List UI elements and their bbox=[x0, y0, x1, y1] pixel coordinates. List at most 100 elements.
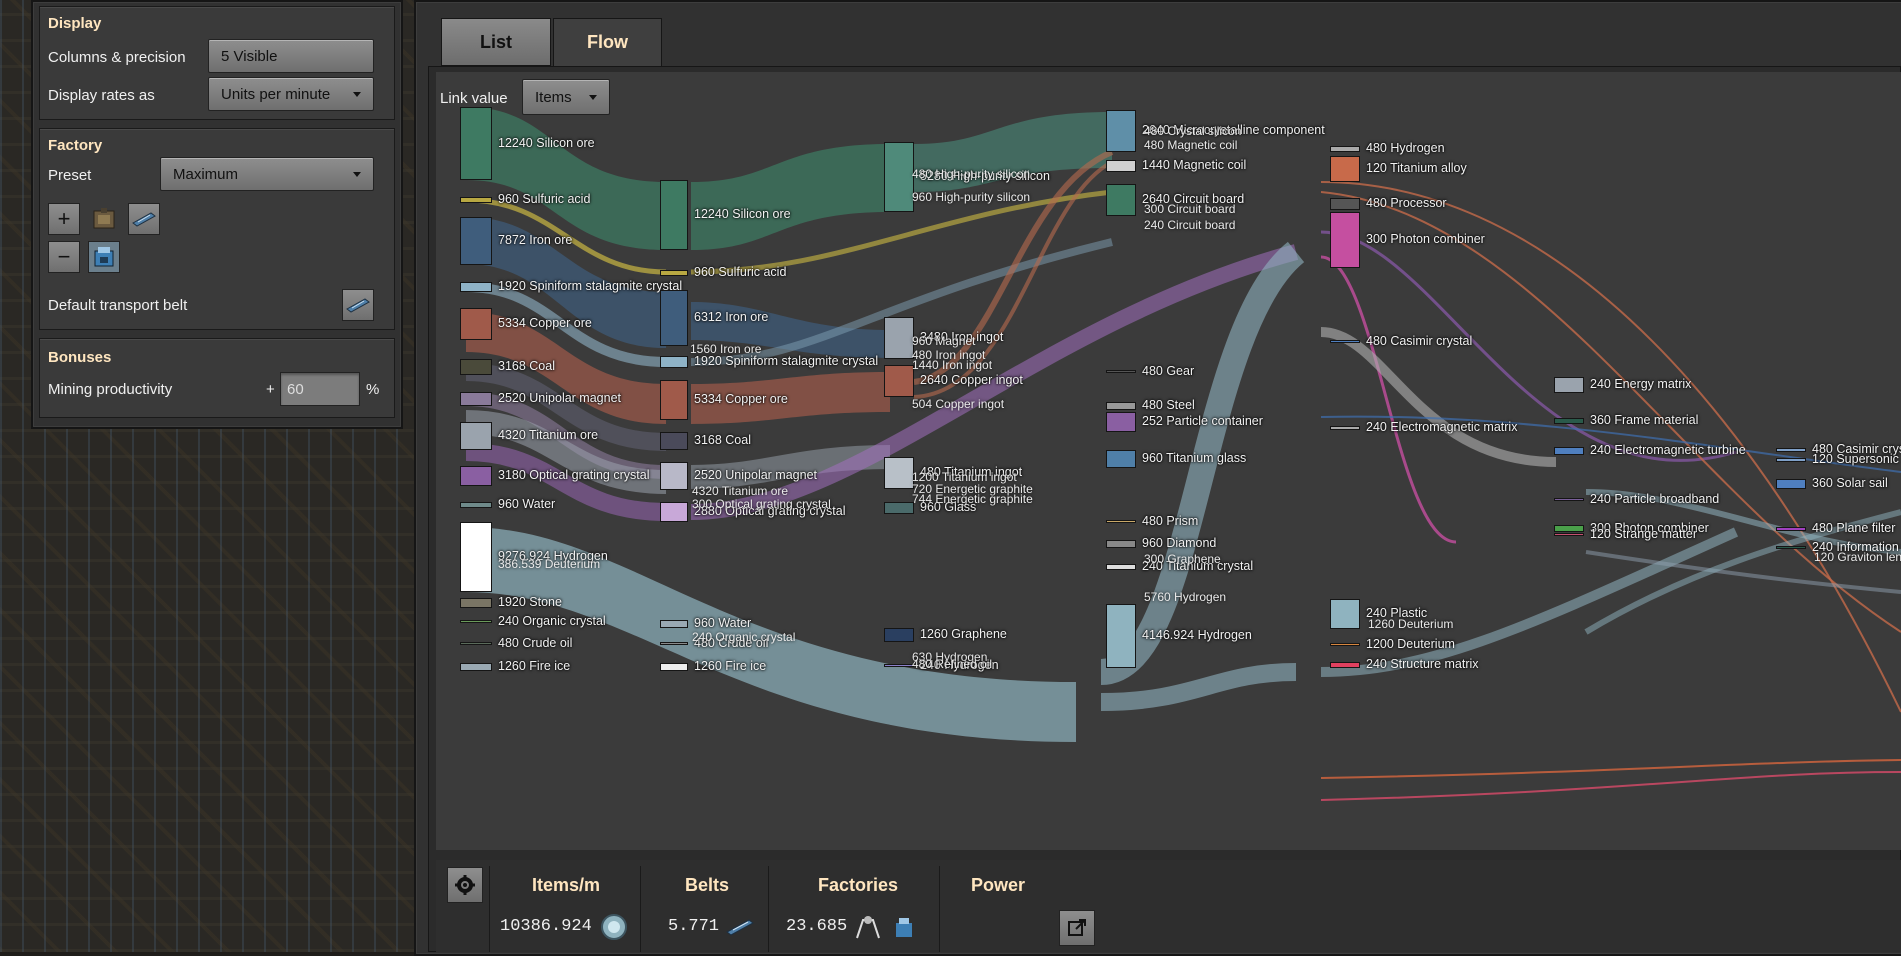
flow-node[interactable] bbox=[660, 432, 688, 450]
flow-node[interactable] bbox=[884, 502, 914, 514]
flow-node[interactable] bbox=[1330, 156, 1360, 182]
items-total: 10386.924 bbox=[500, 917, 592, 936]
flow-node[interactable] bbox=[1106, 160, 1136, 172]
flow-node[interactable] bbox=[660, 356, 688, 368]
tab-flow[interactable]: Flow bbox=[553, 18, 662, 66]
flow-node-label: 240 Electromagnetic turbine bbox=[1590, 443, 1746, 457]
flow-node-label: 300 Circuit board bbox=[1144, 202, 1236, 216]
flow-node[interactable] bbox=[460, 663, 492, 671]
flow-node[interactable] bbox=[460, 522, 492, 592]
preset-dropdown[interactable]: Maximum bbox=[160, 157, 374, 191]
flow-node-label: 960 High-purity silicon bbox=[912, 190, 1031, 204]
flow-node[interactable] bbox=[1106, 540, 1136, 548]
flow-node[interactable] bbox=[1106, 564, 1136, 570]
flow-node[interactable] bbox=[460, 466, 492, 486]
flow-node[interactable] bbox=[1106, 184, 1136, 216]
bonuses-title: Bonuses bbox=[48, 349, 112, 366]
flow-node[interactable] bbox=[1776, 479, 1806, 489]
flow-node[interactable] bbox=[1330, 340, 1360, 343]
tab-list[interactable]: List bbox=[441, 18, 551, 66]
link-value-dropdown[interactable]: Items bbox=[522, 79, 610, 115]
belt-factory-button[interactable] bbox=[128, 203, 160, 235]
flow-node[interactable] bbox=[1554, 498, 1584, 501]
flow-node[interactable] bbox=[660, 642, 688, 645]
chevron-down-icon bbox=[353, 172, 361, 177]
flow-node[interactable] bbox=[1106, 604, 1136, 668]
flow-node[interactable] bbox=[884, 142, 914, 212]
flow-node[interactable] bbox=[1330, 643, 1360, 646]
flow-node[interactable] bbox=[660, 502, 688, 522]
column-divider bbox=[939, 866, 940, 952]
columns-precision-button[interactable]: 5 Visible bbox=[208, 39, 374, 73]
flow-node[interactable] bbox=[1106, 450, 1136, 468]
flow-node[interactable] bbox=[460, 359, 492, 375]
flow-node[interactable] bbox=[884, 317, 914, 359]
plus-icon: + bbox=[57, 206, 71, 231]
flow-node[interactable] bbox=[1776, 458, 1806, 462]
external-link-button[interactable] bbox=[1059, 910, 1095, 946]
flow-node[interactable] bbox=[460, 642, 492, 645]
factories-header: Factories bbox=[818, 875, 899, 895]
flow-node[interactable] bbox=[884, 365, 914, 397]
flow-node[interactable] bbox=[660, 290, 688, 346]
preset-value: Maximum bbox=[173, 165, 239, 183]
flow-node[interactable] bbox=[460, 197, 492, 203]
flow-node[interactable] bbox=[460, 217, 492, 265]
flow-node[interactable] bbox=[1554, 377, 1584, 393]
default-belt-label: Default transport belt bbox=[48, 297, 188, 314]
flow-node-label: 360 Solar sail bbox=[1812, 476, 1888, 490]
flow-node[interactable] bbox=[1330, 198, 1360, 210]
link bbox=[1100, 663, 1297, 711]
flow-node[interactable] bbox=[460, 598, 492, 608]
rates-dropdown[interactable]: Units per minute bbox=[208, 77, 374, 111]
flow-node[interactable] bbox=[1776, 546, 1806, 549]
flow-node[interactable] bbox=[1776, 527, 1806, 531]
flow-node[interactable] bbox=[660, 462, 688, 490]
flow-node[interactable] bbox=[660, 180, 688, 250]
flow-node-label: 240 Organic crystal bbox=[692, 630, 796, 644]
link bbox=[691, 144, 890, 250]
flow-node[interactable] bbox=[1554, 533, 1584, 536]
flow-node[interactable] bbox=[1776, 448, 1806, 452]
column-divider bbox=[489, 866, 490, 952]
flow-node[interactable] bbox=[884, 664, 914, 667]
flow-node[interactable] bbox=[660, 380, 688, 420]
settings-button[interactable] bbox=[447, 867, 483, 903]
mining-productivity-input[interactable]: 60 bbox=[280, 372, 360, 406]
flow-node[interactable] bbox=[660, 270, 688, 276]
remove-factory-button[interactable]: − bbox=[48, 241, 80, 273]
flow-node[interactable] bbox=[660, 620, 688, 628]
flow-node[interactable] bbox=[1106, 110, 1136, 152]
flow-node[interactable] bbox=[1106, 412, 1136, 432]
flow-node[interactable] bbox=[460, 282, 492, 292]
flow-node-label: 5334 Copper ore bbox=[498, 316, 592, 330]
assembler-icon[interactable] bbox=[88, 241, 120, 273]
flow-node[interactable] bbox=[460, 620, 492, 623]
flow-node[interactable] bbox=[460, 392, 492, 406]
flow-node[interactable] bbox=[1554, 525, 1584, 532]
flow-node-label: 480 Prism bbox=[1142, 513, 1199, 528]
flow-node[interactable] bbox=[1330, 212, 1360, 268]
assembler-icon bbox=[888, 911, 920, 943]
flow-node[interactable] bbox=[660, 663, 688, 671]
flow-node[interactable] bbox=[460, 308, 492, 340]
add-factory-button[interactable]: + bbox=[48, 203, 80, 235]
factories-total: 23.685 bbox=[786, 917, 848, 936]
flow-node[interactable] bbox=[884, 457, 914, 489]
flow-node[interactable] bbox=[460, 502, 492, 508]
flow-node[interactable] bbox=[1106, 402, 1136, 410]
flow-node[interactable] bbox=[460, 422, 492, 450]
flow-node[interactable] bbox=[1330, 146, 1360, 152]
flow-node[interactable] bbox=[884, 628, 914, 642]
flow-node[interactable] bbox=[1106, 370, 1136, 373]
flow-node[interactable] bbox=[1330, 426, 1360, 430]
flow-node[interactable] bbox=[1330, 599, 1360, 629]
flow-node[interactable] bbox=[1554, 447, 1584, 455]
flow-node[interactable] bbox=[1106, 520, 1136, 523]
mining-machine-icon[interactable] bbox=[88, 203, 120, 235]
default-belt-button[interactable] bbox=[342, 289, 374, 321]
flow-node[interactable] bbox=[1330, 662, 1360, 668]
columns-label: Columns & precision bbox=[48, 49, 186, 66]
flow-node[interactable] bbox=[1554, 418, 1584, 424]
flow-node[interactable] bbox=[460, 107, 492, 180]
